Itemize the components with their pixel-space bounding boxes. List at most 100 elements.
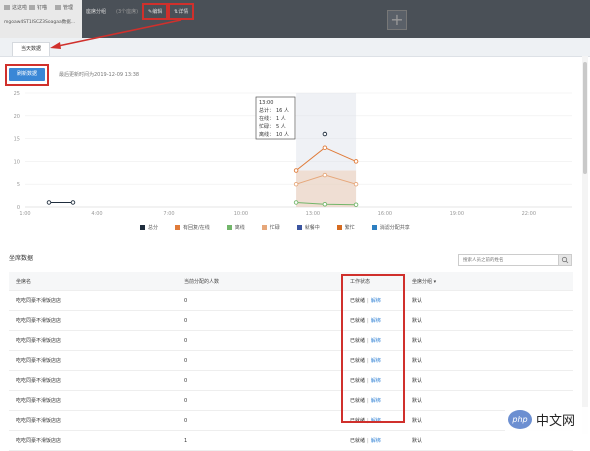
assigned-count: 0 xyxy=(177,390,343,411)
search-input[interactable] xyxy=(463,255,555,265)
annotation-box-refresh xyxy=(5,64,49,86)
legend-label: 离线 xyxy=(234,225,245,231)
seat-group: 默认 xyxy=(405,330,573,351)
status-text: 已就绪 xyxy=(350,438,366,444)
tooltip-label: 在线： xyxy=(259,115,274,122)
legend-item[interactable]: 繁忙 xyxy=(336,225,355,231)
x-tick-label: 22:00 xyxy=(522,211,536,217)
chart-legend: 总分 有回复/在线 离线 忙碌 就餐中 繁忙 消滤分配共享 xyxy=(140,224,580,234)
legend-swatch xyxy=(296,225,302,230)
annotation-arrow-line xyxy=(57,19,182,47)
legend-label: 有回复/在线 xyxy=(183,225,210,231)
x-tick-label: 13:00 xyxy=(306,211,320,217)
y-tick-label: 0 xyxy=(17,205,20,211)
seat-name: 吃吃同豪不滑饭店店 xyxy=(9,370,177,391)
x-tick-label: 4:00 xyxy=(91,211,102,217)
legend-swatch xyxy=(140,225,145,230)
watermark-text: 中文网 xyxy=(536,414,576,429)
php-logo: php xyxy=(508,410,532,429)
assigned-count: 0 xyxy=(177,410,343,431)
legend-item[interactable]: 就餐中 xyxy=(296,225,320,231)
tooltip-value: 10 人 xyxy=(276,132,289,138)
legend-item[interactable]: 有回复/在线 xyxy=(175,225,210,231)
annotation-arrow-head xyxy=(50,42,61,49)
assigned-count: 0 xyxy=(177,290,343,311)
tooltip-value: 5 人 xyxy=(276,124,286,130)
legend-swatch xyxy=(261,225,267,230)
series-point xyxy=(293,168,299,173)
scrollbar-thumb[interactable] xyxy=(583,62,587,174)
table-row: 吃吃同豪不滑饭店店 0 已就绪 | 解绑 默认 xyxy=(9,310,573,331)
y-tick-label: 5 xyxy=(17,182,20,188)
seat-name: 吃吃同豪不滑饭店店 xyxy=(9,350,177,371)
y-tick-label: 10 xyxy=(14,159,20,165)
seat-group: 默认 xyxy=(405,350,573,371)
legend-swatch xyxy=(175,225,181,230)
col-seat-group[interactable]: 坐席分组 ▾ xyxy=(405,272,573,291)
seat-name: 吃吃同豪不滑饭店店 xyxy=(9,410,177,431)
annotation-box-status xyxy=(341,274,405,423)
table-header-row: 坐席名 当前分配的人数 工作状态 坐席分组 ▾ xyxy=(9,272,573,291)
seat-table: 坐席名 当前分配的人数 工作状态 坐席分组 ▾ 吃吃同豪不滑饭店店 0 已就绪 | 解绑… xyxy=(9,272,573,451)
series-point xyxy=(353,181,359,187)
legend-item[interactable]: 离线 xyxy=(226,225,245,231)
legend-swatch xyxy=(336,225,342,230)
series-point xyxy=(353,159,359,164)
table-row: 吃吃同豪不滑饭店店 0 已就绪 | 解绑 默认 xyxy=(9,290,573,311)
legend-label: 消滤分配共享 xyxy=(379,225,410,231)
legend-item[interactable]: 忙碌 xyxy=(261,225,280,231)
tooltip-value: 1 人 xyxy=(276,116,286,122)
table-row: 吃吃同豪不滑饭店店 0 已就绪 | 解绑 默认 xyxy=(9,390,573,411)
col-seat-name: 坐席名 xyxy=(9,272,177,291)
legend-swatch xyxy=(371,225,377,230)
seat-group: 默认 xyxy=(405,370,573,391)
chart-highlight-band xyxy=(296,93,357,207)
legend-swatch xyxy=(226,225,232,230)
last-updated-text: 最后更新时间为2019-12-09 13:38 xyxy=(59,72,140,78)
series-point xyxy=(293,200,299,205)
y-tick-label: 20 xyxy=(14,114,20,120)
tooltip-title: 13:00 xyxy=(259,100,273,106)
table-row: 吃吃同豪不滑饭店店 0 已就绪 | 解绑 默认 xyxy=(9,410,573,431)
assigned-count: 0 xyxy=(177,310,343,331)
tooltip-value: 16 人 xyxy=(276,108,289,114)
legend-item[interactable]: 总分 xyxy=(140,225,158,231)
x-tick-label: 16:00 xyxy=(378,211,392,217)
series-point xyxy=(322,131,328,137)
tooltip-label: 总计： xyxy=(259,107,274,114)
series-point xyxy=(353,202,359,207)
table-body: 吃吃同豪不滑饭店店 0 已就绪 | 解绑 默认 吃吃同豪不滑饭店店 0 已就绪 | 解绑 默认 吃吃同豪… xyxy=(9,290,573,451)
tooltip-label: 忙碌： xyxy=(259,123,274,130)
x-tick-label: 7:00 xyxy=(163,211,174,217)
table-row: 吃吃同豪不滑饭店店 0 已就绪 | 解绑 默认 xyxy=(9,370,573,391)
search-box xyxy=(458,254,572,266)
series-point xyxy=(46,200,52,205)
search-icon xyxy=(561,256,569,264)
y-axis-ticks: 0 5 10 15 20 25 xyxy=(14,91,20,211)
unbind-link[interactable]: 解绑 xyxy=(371,438,381,444)
chart-tooltip: 13:00总计： 16 人在线： 1 人忙碌： 5 人离线： 10 人 xyxy=(255,96,296,140)
legend-item[interactable]: 消滤分配共享 xyxy=(371,225,410,231)
col-assigned-count: 当前分配的人数 xyxy=(177,272,343,291)
search-button[interactable] xyxy=(558,255,571,265)
x-tick-label: 10:00 xyxy=(234,211,248,217)
seat-name: 吃吃同豪不滑饭店店 xyxy=(9,290,177,311)
seat-group: 默认 xyxy=(405,290,573,311)
tooltip-label: 离线： xyxy=(259,131,274,138)
seat-group: 默认 xyxy=(405,310,573,331)
legend-label: 繁忙 xyxy=(344,225,355,231)
x-tick-label: 1:00 xyxy=(19,211,30,217)
seat-name: 吃吃同豪不滑饭店店 xyxy=(9,310,177,331)
legend-label: 就餐中 xyxy=(304,225,320,231)
watermark: php 中文网 xyxy=(505,407,590,434)
line-chart: 1:00 4:00 7:00 10:00 13:00 16:00 19:00 22:00 0 5… xyxy=(14,91,572,217)
series-point xyxy=(293,181,299,187)
annotation-arrow xyxy=(50,19,182,49)
series-point xyxy=(322,145,328,150)
x-tick-label: 19:00 xyxy=(450,211,464,217)
assigned-count: 0 xyxy=(177,370,343,391)
legend-label: 忙碌 xyxy=(269,225,280,231)
series-point xyxy=(322,172,328,178)
section-title: 坐席数据 xyxy=(9,255,34,262)
series-point xyxy=(70,200,76,205)
